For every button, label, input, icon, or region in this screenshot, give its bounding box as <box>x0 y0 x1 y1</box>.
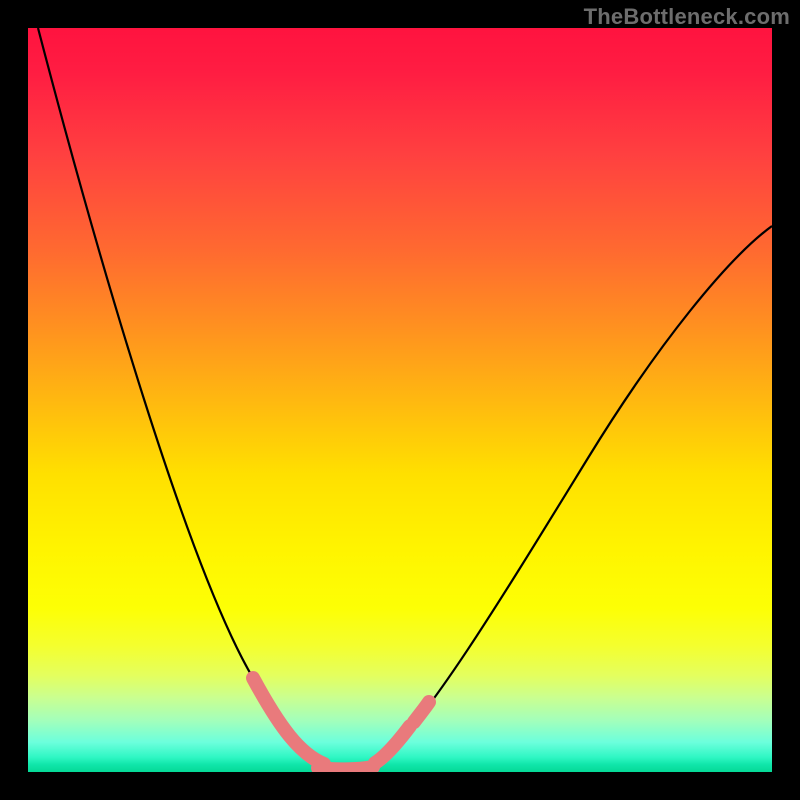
curve-layer <box>28 28 772 772</box>
watermark-text: TheBottleneck.com <box>584 4 790 30</box>
curve-left-branch <box>38 28 350 768</box>
zone-marker-left <box>253 678 324 764</box>
zone-marker-bottom <box>318 767 373 769</box>
zone-marker-right-b <box>414 702 429 722</box>
zone-marker-right-a <box>375 726 410 763</box>
chart-frame: TheBottleneck.com <box>0 0 800 800</box>
plot-area <box>28 28 772 772</box>
curve-right-branch <box>350 226 772 768</box>
